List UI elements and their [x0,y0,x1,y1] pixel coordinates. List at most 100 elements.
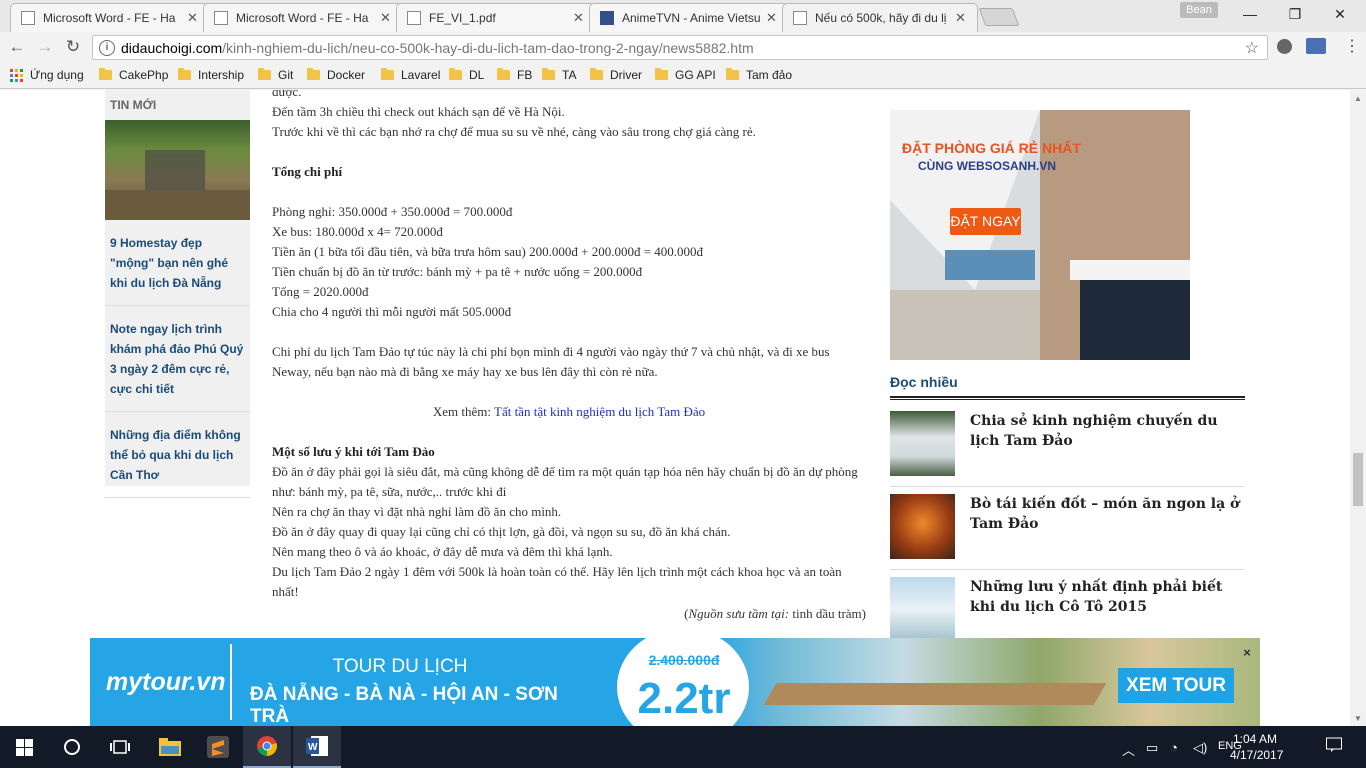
scroll-up-icon[interactable]: ▲ [1354,94,1362,103]
hotel-ad[interactable]: ĐẶT PHÒNG GIÁ RẺ NHẤT CÙNG WEBSOSANH.VN … [890,110,1190,360]
wifi-icon[interactable]: ◔ [1170,740,1178,755]
bookmark-folder[interactable]: DL [449,68,484,82]
book-now-button[interactable]: ĐẶT NGAY [950,208,1021,235]
bookmark-folder[interactable]: TA [542,68,576,82]
menu-icon[interactable]: ⋮ [1344,36,1360,56]
tab-word-1[interactable]: Microsoft Word - FE - Ha ✕ [10,3,210,32]
reload-icon[interactable]: ↻ [62,37,84,57]
folder-icon [497,68,510,80]
info-icon[interactable]: i [99,39,115,56]
volume-icon[interactable]: ◁) [1193,740,1207,756]
tab-label: AnimeTVN - Anime Vietsu [622,11,760,25]
bookmark-label: GG API [675,68,716,82]
clock[interactable]: 1:04 AM 4/17/2017 [1230,731,1283,763]
windows-start-icon[interactable] [0,726,48,768]
popular-item-title[interactable]: Chia sẻ kinh nghiệm chuyến du lịch Tam Đ… [970,411,1245,451]
close-tab-icon[interactable]: ✕ [187,10,199,26]
bookmark-star-icon[interactable]: ☆ [1245,38,1259,58]
url-path: /kinh-nghiem-du-lich/neu-co-500k-hay-di-… [222,39,754,56]
article-text: Chi phí du lịch Tam Đảo tự túc này là ch… [272,344,830,379]
show-hidden-icons-icon[interactable]: ︿ [1122,740,1135,759]
see-more-link[interactable]: Tất tần tật kinh nghiệm du lịch Tam Đảo [494,404,705,419]
popular-item[interactable]: Bò tái kiến đốt – món ăn ngon lạ ở Tam Đ… [890,494,1245,570]
extension-icon[interactable] [1306,38,1326,54]
close-window-icon[interactable]: ✕ [1330,6,1350,23]
tab-animetvn[interactable]: AnimeTVN - Anime Vietsu ✕ [589,3,789,32]
source-value: tinh dầu tràm) [789,606,866,621]
note-line: Nên ra chợ ăn thay vì đặt nhà nghỉ làm đ… [272,504,562,519]
new-tab-button[interactable] [978,8,1020,26]
grilled-beef-thumbnail[interactable] [890,494,955,559]
ad-title: ĐẶT PHÒNG GIÁ RẺ NHẤT [902,140,1081,156]
search-icon[interactable] [48,726,96,768]
bookmark-label: DL [469,68,485,82]
waterfall-thumbnail[interactable] [890,411,955,476]
bookmark-apps[interactable]: Ứng dụng [10,68,84,82]
forward-icon[interactable]: → [34,37,56,57]
chrome-icon[interactable] [243,726,291,768]
close-ad-icon[interactable]: × [1240,646,1254,660]
back-icon[interactable]: ← [6,37,28,57]
old-price: 2.400.000đ [648,652,720,668]
popular-item-title[interactable]: Bò tái kiến đốt – món ăn ngon lạ ở Tam Đ… [970,494,1245,534]
bookmark-folder[interactable]: Intership [178,68,244,82]
address-bar[interactable]: i didauchoigi.com/kinh-nghiem-du-lich/ne… [92,35,1268,60]
popular-item[interactable]: Chia sẻ kinh nghiệm chuyến du lịch Tam Đ… [890,411,1245,487]
cost-line: Xe bus: 180.000đ x 4= 720.000đ [272,224,443,239]
page-scrollbar[interactable]: ▲ ▼ [1350,90,1366,726]
bookmark-folder[interactable]: FB [497,68,532,82]
bookmark-folder[interactable]: Tam đảo [726,68,792,82]
beach-thumbnail[interactable] [890,577,955,642]
close-tab-icon[interactable]: ✕ [573,10,585,26]
close-tab-icon[interactable]: ✕ [380,10,392,26]
bookmark-folder[interactable]: GG API [655,68,716,82]
file-explorer-icon[interactable] [146,726,194,768]
word-icon[interactable]: W [293,726,341,768]
close-tab-icon[interactable]: ✕ [955,10,967,26]
bookmark-folder[interactable]: Git [258,68,293,82]
bookmark-folder[interactable]: Driver [590,68,642,82]
bookmark-folder[interactable]: CakePhp [99,68,168,82]
see-more: Xem thêm: Tất tần tật kinh nghiệm du lịc… [272,402,866,422]
tab-active[interactable]: Nếu có 500k, hãy đi du lị ✕ [782,3,978,32]
banner-line2: ĐÀ NẴNG - BÀ NÀ - HỘI AN - SƠN TRÀ [250,684,558,726]
scroll-thumb[interactable] [1353,453,1363,506]
task-view-icon[interactable] [96,726,144,768]
sidebar-heading: TIN MỚI [110,98,157,112]
cost-heading: Tổng chi phí [272,164,343,179]
profile-badge[interactable]: Bean [1180,2,1218,18]
extension-icon[interactable] [1277,39,1292,54]
cost-line: Tổng = 2020.000đ [272,284,369,299]
sidebar-news-link[interactable]: Note ngay lịch trình khám phá đảo Phú Qu… [105,306,250,412]
tab-label: Nếu có 500k, hãy đi du lị [815,11,947,25]
folder-icon [542,68,555,80]
document-icon [214,11,228,25]
bookmark-folder[interactable]: Lavarel [381,68,440,82]
tab-word-2[interactable]: Microsoft Word - FE - Ha ✕ [203,3,403,32]
sidebar-news-link[interactable]: Những địa điểm không thể bỏ qua khi du l… [105,412,250,498]
battery-icon[interactable]: ▭ [1146,740,1158,756]
sublime-text-icon[interactable] [194,726,242,768]
bookmark-folder[interactable]: Docker [307,68,365,82]
maximize-icon[interactable]: ❐ [1285,6,1305,23]
view-tour-button[interactable]: XEM TOUR [1118,668,1234,703]
bookmark-label: Intership [198,68,245,82]
tab-pdf[interactable]: FE_VI_1.pdf ✕ [396,3,596,32]
minimize-icon[interactable]: — [1240,6,1260,22]
folder-icon [590,68,603,80]
folder-icon [726,68,739,80]
notes-heading: Một số lưu ý khi tới Tam Đảo [272,444,435,459]
tour-banner-ad[interactable]: mytour.vn TOUR DU LỊCH ĐÀ NẴNG - BÀ NÀ -… [90,638,1260,726]
tour-price: 2.2tr [637,674,731,723]
scroll-down-icon[interactable]: ▼ [1354,714,1362,723]
tab-label: Microsoft Word - FE - Ha [236,11,369,25]
popular-item-title[interactable]: Những lưu ý nhất định phải biết khi du l… [970,577,1245,617]
url-domain: didauchoigi.com [121,39,223,56]
site-icon [600,11,614,25]
cost-line: Tiền chuẩn bị đồ ăn từ trước: bánh mỳ + … [272,264,643,279]
notifications-icon[interactable] [1326,737,1342,756]
sidebar-news-link[interactable]: 9 Homestay đẹp "mộng" bạn nên ghé khi du… [105,220,250,306]
banner-divider [230,644,232,720]
news-thumbnail[interactable] [105,120,250,220]
close-tab-icon[interactable]: ✕ [766,10,778,26]
